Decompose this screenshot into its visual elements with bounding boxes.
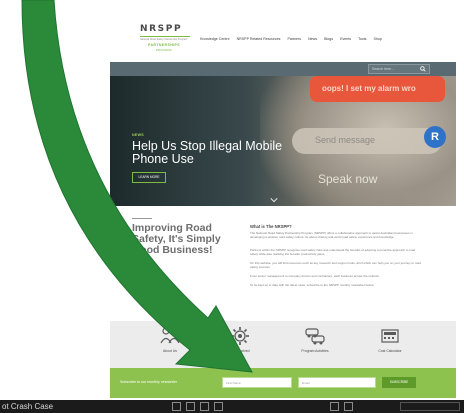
cars-icon [305,328,325,345]
newsletter-label: Subscribe to our monthly newsletter [120,380,178,384]
feature-label: About Us [163,349,177,353]
feature-label: Get Involved [230,349,250,353]
taskbar-app-icon[interactable] [200,402,209,411]
taskbar-label: ot Crash Case [2,402,54,411]
people-icon [160,327,180,344]
logo-subtitle: PARTNERSHIPS [148,43,180,47]
taskbar-app-icon[interactable] [344,402,353,411]
learn-more-button[interactable]: LEARN MORE [132,172,166,183]
intro-paragraph: To be kept up to date with the latest ne… [250,283,375,287]
gear-icon [231,327,249,345]
hero-banner: oops! I set my alarm wro Send message R … [110,76,456,206]
nav-item-resources[interactable]: NRSPP Related Resources [237,37,281,41]
email-placeholder: Email [302,381,310,385]
logo-wordmark: NRSPP [140,24,183,34]
intro-paragraph: Partners within the NRSPP recognise road… [250,248,416,256]
feature-program-activities[interactable]: Program Activities [285,325,345,353]
logo-rule [140,36,190,37]
first-name-field[interactable]: First Name [222,377,292,388]
search-icon[interactable] [420,66,426,72]
feature-label: Program Activities [301,349,329,353]
phone-send-text: Send message [315,135,376,145]
newsletter-bar: Subscribe to our monthly newsletter Firs… [110,368,456,398]
nav-item-partners[interactable]: Partners [287,37,301,41]
search-input[interactable]: Search here... [368,64,430,74]
intro-title: Improving Road Safety, It's Simply Good … [132,222,221,256]
logo-subtitle-2: PROGRAM [156,48,172,52]
logo-tagline: National Road Safety Partnership Program [140,38,188,41]
search-placeholder: Search here... [372,67,394,71]
taskbar-app-icon[interactable] [214,402,223,411]
phone-speak-text: Speak now [318,172,378,186]
intro-section: Improving Road Safety, It's Simply Good … [110,206,456,321]
feature-icons-row: About Us Get Involved Program Activities… [110,321,456,368]
intro-divider [132,218,152,219]
screenshot-stage: NRSPP National Road Safety Partnership P… [0,0,464,413]
feature-label: Cost Calculator [378,349,402,353]
taskbar: ot Crash Case [0,400,464,413]
phone-message-text: oops! I set my alarm wro [322,84,416,93]
what-is-title: What is The NRSPP? [250,224,292,229]
email-field[interactable]: Email [298,377,376,388]
feature-about-us[interactable]: About Us [140,325,200,353]
intro-paragraph: From senior management to company driver… [250,274,380,278]
feature-cost-calculator[interactable]: Cost Calculator [360,325,420,353]
nav-item-tools[interactable]: Tools [358,37,366,41]
nav-item-shop[interactable]: Shop [373,37,381,41]
site-header: NRSPP National Road Safety Partnership P… [110,14,456,62]
nav-item-events[interactable]: Events [340,37,351,41]
nav-item-blogs[interactable]: Blogs [324,37,333,41]
search-strip: Search here... [110,62,456,76]
intro-paragraph: On this website, you will find resources… [250,261,421,269]
nav-item-knowledge-centre[interactable]: Knowledge Centre [200,37,230,41]
calculator-icon [381,329,399,343]
taskbar-app-icon[interactable] [172,402,181,411]
main-nav: Knowledge Centre NRSPP Related Resources… [200,37,382,41]
taskbar-app-icon[interactable] [186,402,195,411]
phone-avatar: R [424,126,446,148]
hero-title: Help Us Stop Illegal Mobile Phone Use [132,139,283,166]
subscribe-button[interactable]: SUBSCRIBE [382,377,416,388]
chevron-down-icon[interactable] [270,196,278,204]
taskbar-app-icon[interactable] [330,402,339,411]
nav-item-news[interactable]: News [308,37,317,41]
hero-badge: NEWS [132,133,144,137]
taskbar-tray[interactable] [400,402,460,411]
intro-paragraph: The National Road Safety Partnership Pro… [250,231,413,239]
first-name-placeholder: First Name [226,381,241,385]
feature-get-involved[interactable]: Get Involved [210,325,270,353]
website-screenshot: NRSPP National Road Safety Partnership P… [110,14,456,400]
nrspp-logo[interactable]: NRSPP National Road Safety Partnership P… [140,24,190,58]
